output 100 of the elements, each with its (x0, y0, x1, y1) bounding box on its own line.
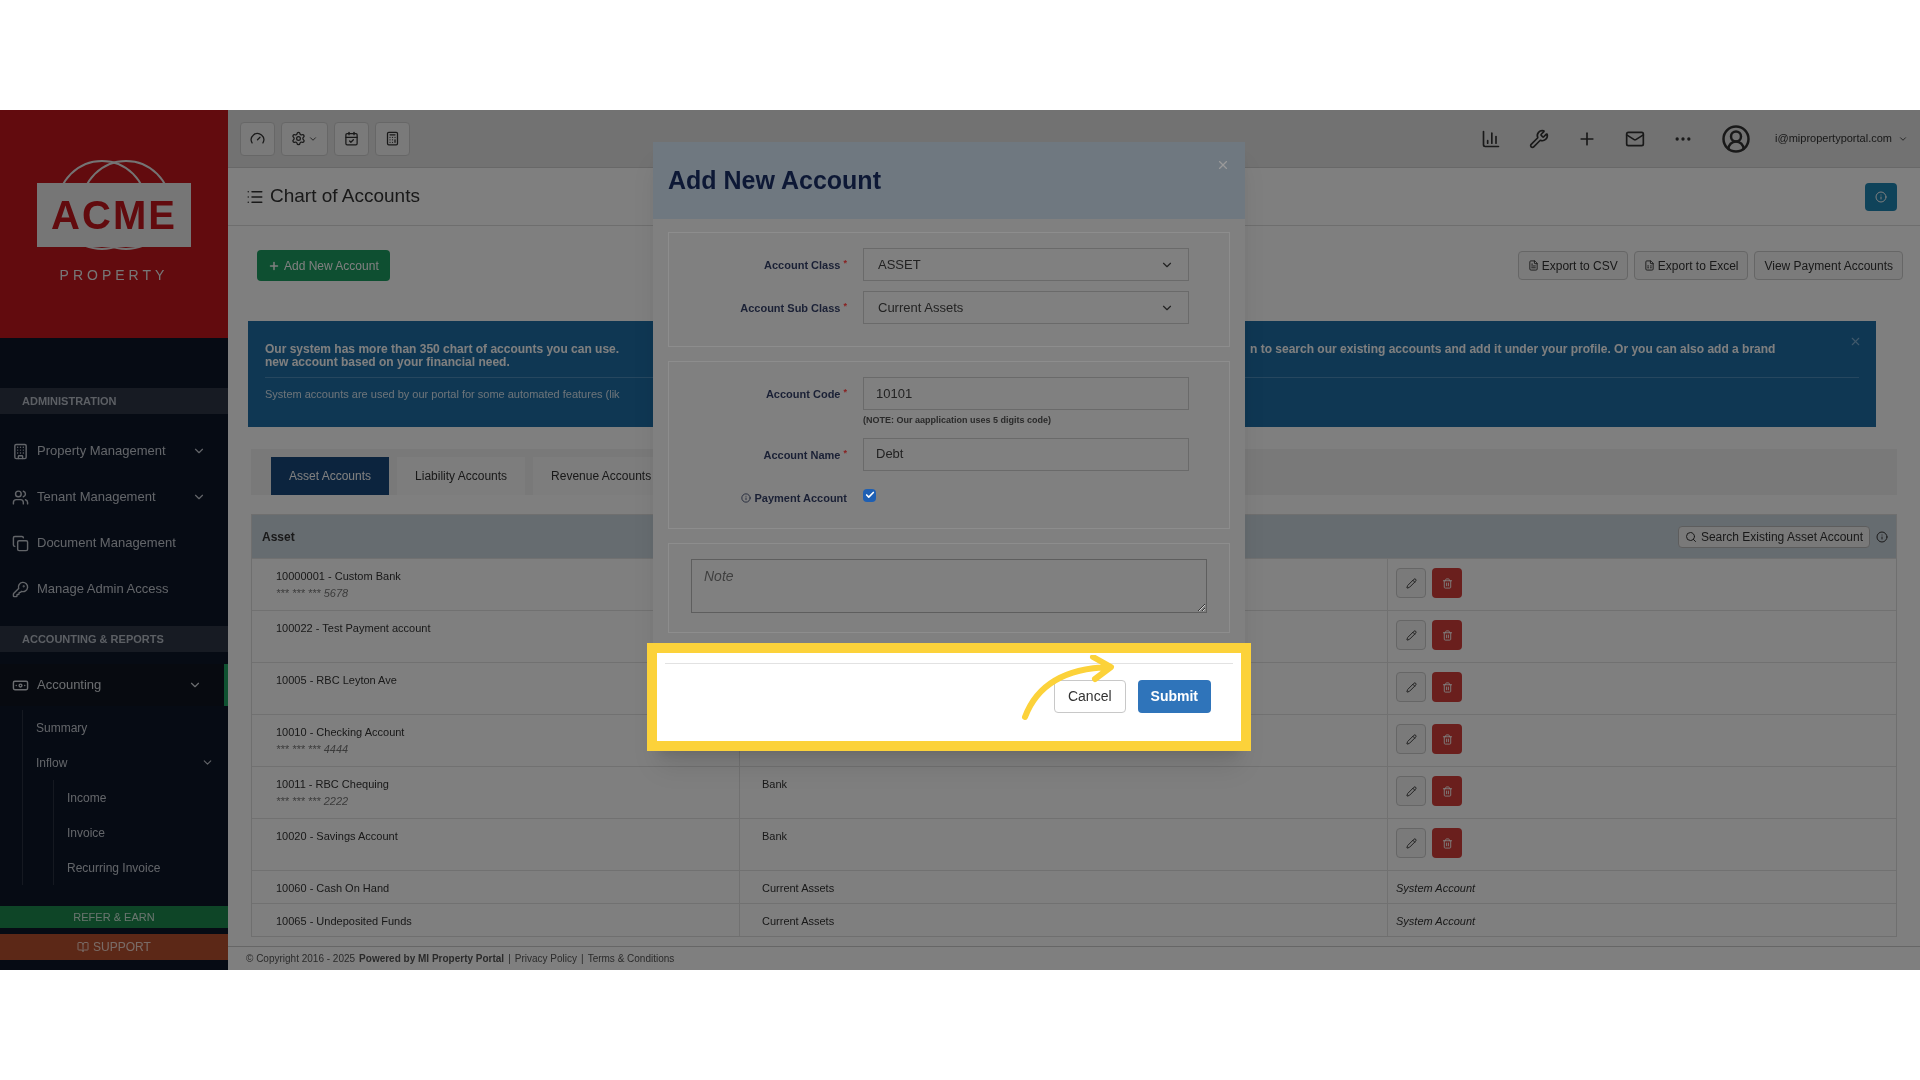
trash-icon (1441, 837, 1453, 849)
pencil-icon (1405, 785, 1417, 797)
sidebar-subitem[interactable]: Recurring Invoice (54, 850, 228, 885)
delete-button[interactable] (1432, 724, 1462, 754)
support-button[interactable]: SUPPORT (0, 934, 228, 960)
edit-button[interactable] (1396, 620, 1426, 650)
spreadsheet-icon (1643, 260, 1655, 271)
toolbar-button[interactable] (281, 121, 328, 156)
edit-button[interactable] (1396, 672, 1426, 702)
delete-button[interactable] (1432, 672, 1462, 702)
sidebar-section-header: ADMINISTRATION (0, 388, 228, 414)
pencil-icon (1405, 629, 1417, 641)
sidebar-item[interactable]: Accounting (0, 664, 228, 706)
account-name: 100022 - Test Payment account (276, 621, 432, 636)
sidebar-item[interactable]: Document Management (0, 522, 228, 564)
trash-icon (1441, 733, 1453, 745)
logo-wordmark: ACME (37, 182, 191, 247)
toolbar-button[interactable] (375, 121, 410, 156)
account-name: 10010 - Checking Account (276, 725, 406, 740)
building-icon (12, 442, 29, 460)
toolbar-button[interactable]: View Payment Accounts (1754, 251, 1903, 280)
edit-button[interactable] (1396, 828, 1426, 858)
masked-number: *** *** *** 5678 (276, 585, 350, 601)
toolbar-button[interactable]: Export to CSV (1517, 251, 1628, 280)
footer-link[interactable]: Privacy Policy (514, 951, 577, 966)
documents-icon (12, 534, 29, 552)
submit-button[interactable]: Submit (1137, 680, 1211, 713)
banner-text: Our system has more than 350 chart of accounts you can use. (265, 343, 621, 356)
tab[interactable]: Liability Accounts (397, 457, 526, 495)
calendar-icon (344, 131, 359, 146)
sidebar-item[interactable]: Manage Admin Access (0, 568, 228, 610)
plus-icon (268, 259, 280, 272)
column-header: Asset (262, 528, 295, 546)
checkbox[interactable] (863, 488, 876, 502)
trash-icon (1441, 629, 1453, 641)
close-icon[interactable] (1216, 158, 1230, 172)
page-title: Chart of Accounts (270, 184, 420, 209)
sidebar-subitem[interactable]: Inflow (23, 745, 228, 780)
info-icon[interactable] (1876, 530, 1888, 543)
cancel-button[interactable]: Cancel (1053, 680, 1126, 713)
banner-text: n to search our existing accounts and add it under your profile. Or you can also add a brand (1250, 343, 1777, 358)
delete-button[interactable] (1432, 776, 1462, 806)
sub-class-cell: Bank (762, 778, 788, 790)
account-name: 10005 - RBC Leyton Ave (276, 673, 398, 688)
avatar-icon[interactable] (1721, 123, 1752, 154)
system-account-label: System Account (1396, 915, 1476, 927)
sub-class-cell: Current Assets (762, 915, 835, 927)
modal-title: Add New Account (668, 164, 881, 196)
sidebar-subitem[interactable]: Summary (23, 710, 228, 745)
help-text: (NOTE: Our aapplication uses 5 digits code) (863, 414, 1053, 427)
copyright-text: © Copyright 2016 - 2025 (246, 952, 356, 966)
wrench-icon[interactable] (1529, 128, 1550, 149)
add-account-button[interactable]: Add New Account (257, 250, 390, 281)
sidebar-item[interactable]: Property Management (0, 430, 228, 472)
note-field[interactable]: Note (691, 559, 1207, 613)
pencil-icon (1405, 681, 1417, 693)
sidebar-subitem[interactable]: Income (54, 780, 228, 815)
edit-button[interactable] (1396, 776, 1426, 806)
edit-button[interactable] (1396, 724, 1426, 754)
toolbar-button[interactable]: Export to Excel (1633, 251, 1749, 280)
book-icon (77, 941, 90, 953)
delete-button[interactable] (1432, 620, 1462, 650)
required-mark: * (843, 257, 847, 270)
dashboard-icon (250, 131, 265, 146)
edit-button[interactable] (1396, 568, 1426, 598)
calculator-icon (385, 131, 400, 146)
field-label: Account Name * (762, 445, 847, 463)
check-icon (864, 490, 875, 500)
separator: | (508, 952, 511, 966)
sidebar-section-header: ACCOUNTING & REPORTS (0, 626, 228, 652)
input-field[interactable]: Debt (863, 437, 1189, 471)
separator: | (581, 952, 584, 966)
file-icon (1527, 260, 1539, 271)
delete-button[interactable] (1432, 828, 1462, 858)
toolbar-button[interactable] (334, 121, 369, 156)
masked-number: *** *** *** 2222 (276, 793, 350, 809)
toolbar-button[interactable] (240, 121, 275, 156)
field-label: Account Sub Class * (739, 299, 847, 316)
bar-chart-icon[interactable] (1481, 128, 1502, 149)
footer-link[interactable]: Terms & Conditions (587, 951, 675, 966)
info-button[interactable] (1865, 182, 1897, 211)
key-icon (12, 580, 29, 598)
logo-tagline: PROPERTY (59, 265, 169, 285)
select-field[interactable]: ASSET (863, 248, 1189, 281)
sidebar-subitem[interactable]: Invoice (54, 815, 228, 850)
delete-button[interactable] (1432, 568, 1462, 598)
close-icon[interactable] (1849, 335, 1862, 348)
sidebar-item[interactable]: Tenant Management (0, 476, 228, 518)
select-field[interactable]: Current Assets (863, 291, 1189, 324)
pencil-icon (1405, 733, 1417, 745)
tab[interactable]: Asset Accounts (271, 457, 390, 495)
user-email[interactable]: i@mipropertyportal.com (1775, 130, 1892, 147)
sub-class-cell: Bank (762, 830, 788, 842)
input-field[interactable]: 10101 (863, 377, 1189, 410)
info-icon (1875, 190, 1887, 203)
search-button[interactable]: Search Existing Asset Account (1677, 525, 1870, 548)
search-icon (1684, 530, 1697, 543)
refer-earn-button[interactable]: REFER & EARN (0, 906, 228, 928)
required-mark: * (843, 386, 847, 399)
trash-icon (1441, 577, 1453, 589)
